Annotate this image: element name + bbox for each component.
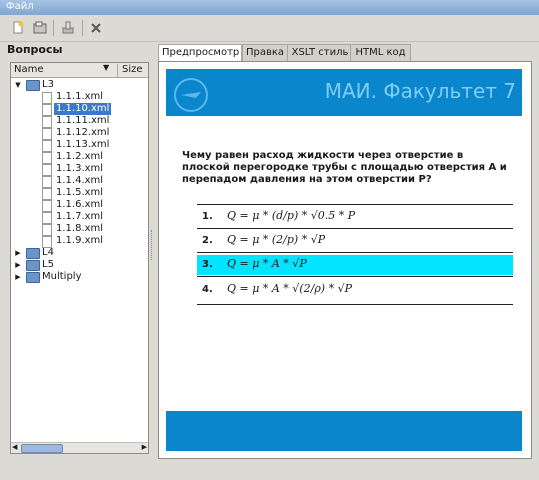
- answer-number: 1.: [202, 211, 213, 222]
- tree-item-label: 1.1.11.xml: [56, 115, 110, 126]
- tree-item-label: 1.1.13.xml: [56, 139, 110, 150]
- scroll-left-icon[interactable]: ◀: [12, 443, 17, 451]
- answer-number: 3.: [202, 259, 213, 270]
- tab-preview[interactable]: Предпросмотр: [158, 44, 242, 62]
- tree-folder-l3[interactable]: ▼ L3: [11, 79, 148, 91]
- tree-file[interactable]: 1.1.9.xml: [11, 235, 148, 248]
- open-icon[interactable]: [32, 20, 48, 36]
- tab-xslt-style[interactable]: XSLT стиль: [287, 44, 353, 61]
- answer-formula: Q = μ * A * √P: [227, 257, 307, 270]
- answer-option-highlighted[interactable]: 3. Q = μ * A * √P: [197, 255, 513, 275]
- answer-number: 4.: [202, 284, 213, 295]
- tree-file[interactable]: 1.1.3.xml: [11, 163, 148, 176]
- folder-icon: [26, 248, 40, 259]
- tree-file[interactable]: 1.1.2.xml: [11, 151, 148, 164]
- tree-item-label: 1.1.10.xml: [54, 103, 112, 115]
- tree-file[interactable]: 1.1.4.xml: [11, 175, 148, 188]
- column-name[interactable]: Name: [14, 64, 44, 75]
- tree-file-selected[interactable]: 1.1.10.xml: [11, 103, 148, 116]
- tree-file[interactable]: 1.1.7.xml: [11, 211, 148, 224]
- folder-icon: [26, 260, 40, 271]
- mai-logo-icon: [174, 78, 208, 112]
- toolbar-separator: [53, 20, 54, 36]
- preview-footer: [166, 411, 522, 451]
- answer-formula: Q = μ * A * √(2/ρ) * √P: [227, 282, 352, 295]
- collapsed-arrow-icon[interactable]: ▶: [14, 259, 22, 271]
- divider: [197, 304, 513, 305]
- collapsed-arrow-icon[interactable]: ▶: [14, 247, 22, 259]
- preview-panel: МАИ. Факультет 7 Чему равен расход жидко…: [158, 61, 532, 459]
- divider: [197, 276, 513, 277]
- toolbar-separator: [82, 20, 83, 36]
- tree-item-label: 1.1.8.xml: [56, 223, 104, 234]
- window-title: Файл: [6, 1, 34, 12]
- column-size[interactable]: Size: [117, 64, 143, 77]
- tree-file[interactable]: 1.1.5.xml: [11, 187, 148, 200]
- new-file-icon[interactable]: [10, 20, 26, 36]
- scrollbar-thumb[interactable]: [21, 444, 63, 453]
- pane-splitter[interactable]: [151, 230, 155, 260]
- preview-banner: МАИ. Факультет 7: [166, 69, 522, 116]
- divider: [197, 204, 513, 205]
- tree-item-label: 1.1.2.xml: [56, 151, 104, 162]
- questions-tree[interactable]: Name ▼ Size ▼ L3 1.1.1.xml 1.1.10.xml 1.…: [10, 62, 149, 454]
- tree-item-label: 1.1.9.xml: [56, 235, 104, 246]
- export-icon[interactable]: [60, 20, 76, 36]
- question-text: Чему равен расход жидкости через отверст…: [182, 150, 507, 185]
- tab-html-code[interactable]: HTML код: [350, 44, 411, 61]
- collapsed-arrow-icon[interactable]: ▶: [14, 271, 22, 283]
- tree-item-label: Multiply: [42, 271, 82, 282]
- tree-item-label: 1.1.6.xml: [56, 199, 104, 210]
- tree-item-label: L5: [42, 259, 54, 270]
- horizontal-scrollbar[interactable]: ◀ ▶: [11, 442, 148, 453]
- tree-item-label: 1.1.5.xml: [56, 187, 104, 198]
- tree-header: Name ▼ Size: [11, 63, 148, 78]
- tab-edit[interactable]: Правка: [242, 44, 288, 61]
- sort-arrow-icon[interactable]: ▼: [103, 63, 109, 72]
- questions-title: Вопросы: [7, 43, 63, 56]
- answer-option[interactable]: 2. Q = μ * (2/p) * √P: [197, 231, 513, 251]
- tree-file[interactable]: 1.1.11.xml: [11, 115, 148, 128]
- tree-folder-multiply[interactable]: ▶ Multiply: [11, 271, 148, 283]
- answer-option[interactable]: 1. Q = μ * (d/p) * √0.5 * P: [197, 207, 513, 227]
- scroll-right-icon[interactable]: ▶: [142, 443, 147, 451]
- tree-item-label: 1.1.7.xml: [56, 211, 104, 222]
- tree-folder-l4[interactable]: ▶ L4: [11, 247, 148, 259]
- tree-item-label: 1.1.1.xml: [56, 91, 104, 102]
- folder-icon: [26, 272, 40, 283]
- tree-file[interactable]: 1.1.1.xml: [11, 91, 148, 104]
- folder-icon: [26, 80, 40, 91]
- tree-item-label: 1.1.12.xml: [56, 127, 110, 138]
- answer-number: 2.: [202, 235, 213, 246]
- tree-item-label: L3: [42, 79, 54, 90]
- tree-item-label: 1.1.3.xml: [56, 163, 104, 174]
- banner-title: МАИ. Факультет 7: [324, 79, 516, 103]
- expanded-arrow-icon[interactable]: ▼: [14, 79, 22, 91]
- tree-file[interactable]: 1.1.6.xml: [11, 199, 148, 212]
- answer-formula: Q = μ * (d/p) * √0.5 * P: [227, 209, 356, 222]
- tree-file[interactable]: 1.1.12.xml: [11, 127, 148, 140]
- tree-item-label: L4: [42, 247, 54, 258]
- tree-folder-l5[interactable]: ▶ L5: [11, 259, 148, 271]
- delete-icon[interactable]: [88, 20, 104, 36]
- status-bar: [0, 462, 539, 480]
- answer-formula: Q = μ * (2/p) * √P: [227, 233, 326, 246]
- title-bar: Файл: [0, 0, 539, 15]
- tree-file[interactable]: 1.1.8.xml: [11, 223, 148, 236]
- tree-file[interactable]: 1.1.13.xml: [11, 139, 148, 152]
- answer-option[interactable]: 4. Q = μ * A * √(2/ρ) * √P: [197, 280, 513, 302]
- toolbar: [0, 15, 539, 42]
- divider: [197, 252, 513, 253]
- divider: [197, 228, 513, 229]
- tree-item-label: 1.1.4.xml: [56, 175, 104, 186]
